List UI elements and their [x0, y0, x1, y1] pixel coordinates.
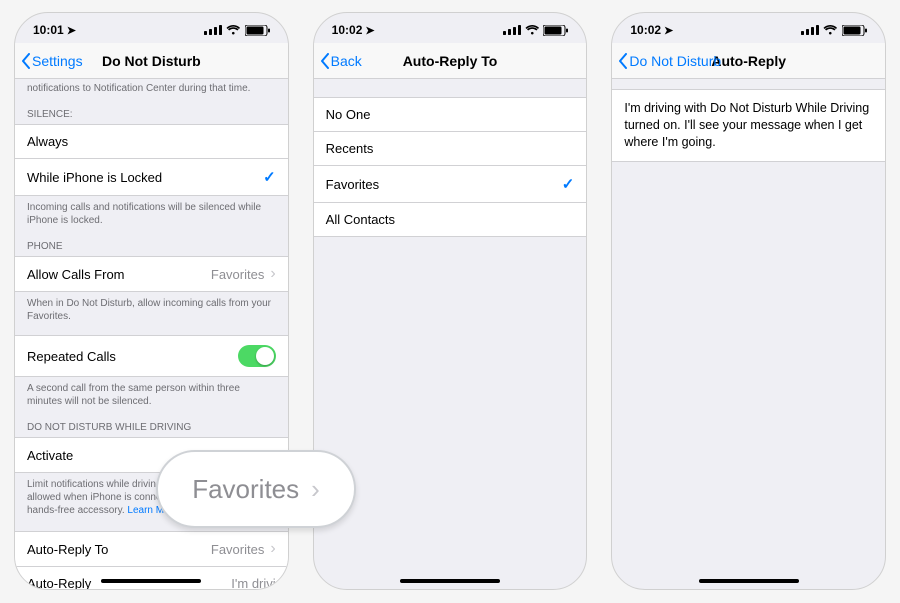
row-recents[interactable]: Recents	[314, 132, 587, 166]
row-label: Recents	[326, 141, 374, 156]
status-time: 10:01	[33, 23, 64, 37]
status-time: 10:02	[332, 23, 363, 37]
section-header-driving: DO NOT DISTURB WHILE DRIVING	[15, 412, 288, 437]
section-header-phone: PHONE	[15, 231, 288, 256]
signal-icon	[204, 25, 222, 35]
status-bar: 10:02 ➤	[612, 13, 885, 43]
navbar: Back Auto-Reply To	[314, 43, 587, 79]
truncated-footer: notifications to Notification Center dur…	[15, 79, 288, 99]
row-all-contacts[interactable]: All Contacts	[314, 203, 587, 237]
row-always[interactable]: Always	[15, 124, 288, 159]
row-label: While iPhone is Locked	[27, 170, 162, 185]
row-label: Always	[27, 134, 68, 149]
row-no-one[interactable]: No One	[314, 97, 587, 132]
status-bar: 10:01 ➤	[15, 13, 288, 43]
auto-reply-textarea[interactable]: I'm driving with Do Not Disturb While Dr…	[612, 89, 885, 162]
page-title: Do Not Disturb	[102, 53, 201, 69]
chevron-left-icon	[320, 53, 330, 69]
callout-favorites: Favorites ›	[156, 450, 356, 528]
location-icon: ➤	[664, 24, 673, 37]
status-time: 10:02	[630, 23, 661, 37]
back-label: Back	[331, 53, 362, 69]
chevron-right-icon: ›	[270, 266, 275, 282]
toggle-on-icon[interactable]	[238, 345, 276, 367]
section-footer-repeated: A second call from the same person withi…	[15, 377, 288, 412]
row-label: Activate	[27, 448, 73, 463]
wifi-icon	[525, 25, 540, 35]
row-value: Favorites	[211, 542, 264, 557]
phone-auto-reply-to: 10:02 ➤ Back Auto-Reply To No One Recent…	[313, 12, 588, 590]
wifi-icon	[823, 25, 838, 35]
navbar: Do Not Disturb Auto-Reply	[612, 43, 885, 79]
section-header-silence: SILENCE:	[15, 99, 288, 124]
back-button[interactable]: Back	[320, 43, 362, 78]
row-label: Repeated Calls	[27, 349, 116, 364]
row-favorites[interactable]: Favorites ✓	[314, 166, 587, 203]
row-label: No One	[326, 107, 371, 122]
row-auto-reply-to[interactable]: Auto-Reply To Favorites ›	[15, 531, 288, 567]
chevron-right-icon: ›	[270, 541, 275, 557]
battery-icon	[842, 25, 867, 36]
callout-label: Favorites	[192, 474, 299, 505]
chevron-left-icon	[618, 53, 628, 69]
battery-icon	[245, 25, 270, 36]
row-label: Allow Calls From	[27, 267, 125, 282]
check-icon: ✓	[263, 168, 276, 186]
page-title: Auto-Reply To	[403, 53, 498, 69]
section-footer-silence: Incoming calls and notifications will be…	[15, 196, 288, 231]
section-footer-allowcalls: When in Do Not Disturb, allow incoming c…	[15, 292, 288, 327]
chevron-left-icon	[21, 53, 31, 69]
back-label: Settings	[32, 53, 83, 69]
row-label: All Contacts	[326, 212, 395, 227]
check-icon: ✓	[562, 175, 575, 193]
back-label: Do Not Disturb	[629, 53, 721, 69]
page-title: Auto-Reply	[711, 53, 786, 69]
navbar: Settings Do Not Disturb	[15, 43, 288, 79]
status-bar: 10:02 ➤	[314, 13, 587, 43]
row-value: Favorites	[211, 267, 264, 282]
battery-icon	[543, 25, 568, 36]
back-button[interactable]: Settings	[21, 43, 83, 78]
row-label: Auto-Reply To	[27, 542, 108, 557]
row-label: Auto-Reply	[27, 576, 91, 589]
home-indicator[interactable]	[699, 579, 799, 583]
location-icon: ➤	[67, 24, 76, 37]
location-icon: ➤	[365, 24, 374, 37]
signal-icon	[503, 25, 521, 35]
back-button[interactable]: Do Not Disturb	[618, 43, 721, 78]
row-label: Favorites	[326, 177, 379, 192]
content-scroll[interactable]: I'm driving with Do Not Disturb While Dr…	[612, 79, 885, 589]
home-indicator[interactable]	[101, 579, 201, 583]
row-allow-calls[interactable]: Allow Calls From Favorites ›	[15, 256, 288, 292]
wifi-icon	[226, 25, 241, 35]
home-indicator[interactable]	[400, 579, 500, 583]
row-repeated-calls[interactable]: Repeated Calls	[15, 335, 288, 377]
signal-icon	[801, 25, 819, 35]
content-scroll[interactable]: No One Recents Favorites ✓ All Contacts	[314, 79, 587, 589]
row-value: I'm drivi	[231, 576, 275, 589]
row-auto-reply[interactable]: Auto-Reply I'm drivi	[15, 567, 288, 589]
row-while-locked[interactable]: While iPhone is Locked ✓	[15, 159, 288, 196]
phone-auto-reply: 10:02 ➤ Do Not Disturb Auto-Reply I'm dr…	[611, 12, 886, 590]
chevron-right-icon: ›	[311, 474, 320, 505]
